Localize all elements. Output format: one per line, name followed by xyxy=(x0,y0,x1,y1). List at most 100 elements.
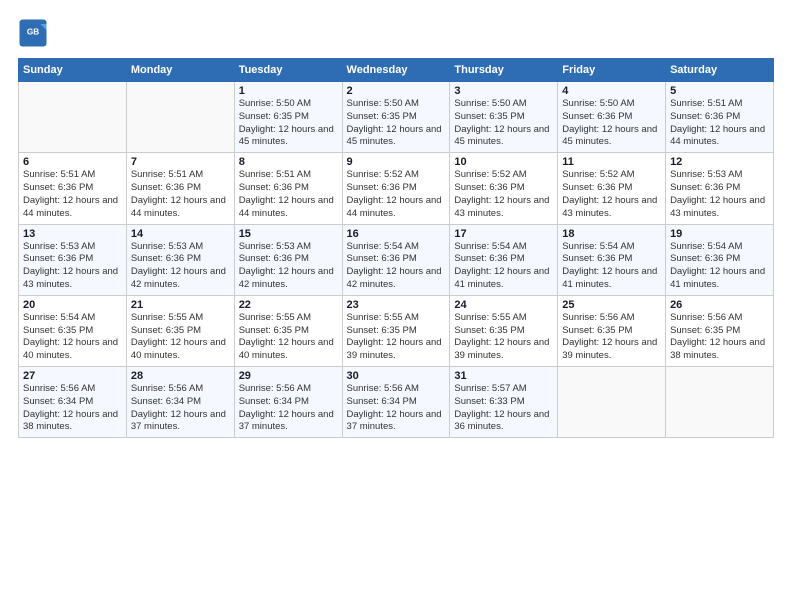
day-cell: 4Sunrise: 5:50 AM Sunset: 6:36 PM Daylig… xyxy=(558,82,666,153)
day-number: 3 xyxy=(454,85,553,97)
day-info: Sunrise: 5:50 AM Sunset: 6:35 PM Dayligh… xyxy=(454,98,553,149)
day-number: 29 xyxy=(239,370,338,382)
day-cell: 28Sunrise: 5:56 AM Sunset: 6:34 PM Dayli… xyxy=(126,367,234,438)
header-cell-wednesday: Wednesday xyxy=(342,59,450,82)
day-cell: 22Sunrise: 5:55 AM Sunset: 6:35 PM Dayli… xyxy=(234,295,342,366)
svg-text:GB: GB xyxy=(27,28,39,37)
day-cell: 3Sunrise: 5:50 AM Sunset: 6:35 PM Daylig… xyxy=(450,82,558,153)
day-number: 22 xyxy=(239,299,338,311)
day-number: 8 xyxy=(239,156,338,168)
day-info: Sunrise: 5:55 AM Sunset: 6:35 PM Dayligh… xyxy=(347,312,446,363)
day-number: 11 xyxy=(562,156,661,168)
header-cell-tuesday: Tuesday xyxy=(234,59,342,82)
day-info: Sunrise: 5:56 AM Sunset: 6:34 PM Dayligh… xyxy=(239,383,338,434)
week-row-4: 20Sunrise: 5:54 AM Sunset: 6:35 PM Dayli… xyxy=(19,295,774,366)
day-info: Sunrise: 5:50 AM Sunset: 6:36 PM Dayligh… xyxy=(562,98,661,149)
day-cell: 9Sunrise: 5:52 AM Sunset: 6:36 PM Daylig… xyxy=(342,153,450,224)
day-cell: 26Sunrise: 5:56 AM Sunset: 6:35 PM Dayli… xyxy=(666,295,774,366)
day-cell: 31Sunrise: 5:57 AM Sunset: 6:33 PM Dayli… xyxy=(450,367,558,438)
day-cell: 24Sunrise: 5:55 AM Sunset: 6:35 PM Dayli… xyxy=(450,295,558,366)
day-number: 7 xyxy=(131,156,230,168)
day-info: Sunrise: 5:56 AM Sunset: 6:35 PM Dayligh… xyxy=(670,312,769,363)
day-cell: 30Sunrise: 5:56 AM Sunset: 6:34 PM Dayli… xyxy=(342,367,450,438)
day-info: Sunrise: 5:51 AM Sunset: 6:36 PM Dayligh… xyxy=(670,98,769,149)
logo-icon: GB xyxy=(18,18,48,48)
day-number: 16 xyxy=(347,228,446,240)
day-cell: 18Sunrise: 5:54 AM Sunset: 6:36 PM Dayli… xyxy=(558,224,666,295)
day-number: 14 xyxy=(131,228,230,240)
day-cell xyxy=(19,82,127,153)
day-info: Sunrise: 5:54 AM Sunset: 6:36 PM Dayligh… xyxy=(454,241,553,292)
day-number: 27 xyxy=(23,370,122,382)
day-info: Sunrise: 5:51 AM Sunset: 6:36 PM Dayligh… xyxy=(131,169,230,220)
day-cell: 23Sunrise: 5:55 AM Sunset: 6:35 PM Dayli… xyxy=(342,295,450,366)
header-cell-thursday: Thursday xyxy=(450,59,558,82)
day-info: Sunrise: 5:55 AM Sunset: 6:35 PM Dayligh… xyxy=(131,312,230,363)
day-number: 28 xyxy=(131,370,230,382)
week-row-2: 6 Sunrise: 5:51 AM Sunset: 6:36 PM Daylig… xyxy=(19,153,774,224)
logo: GB xyxy=(18,18,52,48)
day-info: Sunrise: 5:54 AM Sunset: 6:36 PM Dayligh… xyxy=(670,241,769,292)
day-number: 26 xyxy=(670,299,769,311)
day-number: 20 xyxy=(23,299,122,311)
day-cell: 7Sunrise: 5:51 AM Sunset: 6:36 PM Daylig… xyxy=(126,153,234,224)
day-info: Sunrise: 5:56 AM Sunset: 6:35 PM Dayligh… xyxy=(562,312,661,363)
day-cell xyxy=(666,367,774,438)
day-number: 2 xyxy=(347,85,446,97)
day-number: 9 xyxy=(347,156,446,168)
day-info: Sunrise: 5:56 AM Sunset: 6:34 PM Dayligh… xyxy=(23,383,122,434)
day-info: Sunrise: 5:55 AM Sunset: 6:35 PM Dayligh… xyxy=(454,312,553,363)
day-cell: 12Sunrise: 5:53 AM Sunset: 6:36 PM Dayli… xyxy=(666,153,774,224)
day-number: 24 xyxy=(454,299,553,311)
day-info: Sunrise: 5:53 AM Sunset: 6:36 PM Dayligh… xyxy=(239,241,338,292)
day-info: Sunrise: 5:51 AM Sunset: 6:36 PM Dayligh… xyxy=(239,169,338,220)
day-number: 6 xyxy=(23,156,122,168)
week-row-1: 1 Sunrise: 5:50 AM Sunset: 6:35 PM Daylig… xyxy=(19,82,774,153)
day-number: 15 xyxy=(239,228,338,240)
day-info: Sunrise: 5:52 AM Sunset: 6:36 PM Dayligh… xyxy=(454,169,553,220)
day-info: Sunrise: 5:56 AM Sunset: 6:34 PM Dayligh… xyxy=(131,383,230,434)
day-number: 30 xyxy=(347,370,446,382)
day-cell: 21Sunrise: 5:55 AM Sunset: 6:35 PM Dayli… xyxy=(126,295,234,366)
day-cell: 17Sunrise: 5:54 AM Sunset: 6:36 PM Dayli… xyxy=(450,224,558,295)
day-info: Sunrise: 5:55 AM Sunset: 6:35 PM Dayligh… xyxy=(239,312,338,363)
calendar-table: SundayMondayTuesdayWednesdayThursdayFrid… xyxy=(18,58,774,438)
day-info: Sunrise: 5:57 AM Sunset: 6:33 PM Dayligh… xyxy=(454,383,553,434)
day-cell: 1Sunrise: 5:50 AM Sunset: 6:35 PM Daylig… xyxy=(234,82,342,153)
day-cell: 14Sunrise: 5:53 AM Sunset: 6:36 PM Dayli… xyxy=(126,224,234,295)
day-cell: 2Sunrise: 5:50 AM Sunset: 6:35 PM Daylig… xyxy=(342,82,450,153)
day-cell: 20Sunrise: 5:54 AM Sunset: 6:35 PM Dayli… xyxy=(19,295,127,366)
header-cell-sunday: Sunday xyxy=(19,59,127,82)
day-number: 31 xyxy=(454,370,553,382)
week-row-3: 13 Sunrise: 5:53 AM Sunset: 6:36 PM Dayli… xyxy=(19,224,774,295)
day-number: 25 xyxy=(562,299,661,311)
day-info: Sunrise: 5:50 AM Sunset: 6:35 PM Dayligh… xyxy=(347,98,446,149)
page: GB SundayMondayTuesdayWednesdayThursdayF… xyxy=(0,0,792,612)
day-info: Sunrise: 5:53 AM Sunset: 6:36 PM Dayligh… xyxy=(670,169,769,220)
day-number: 23 xyxy=(347,299,446,311)
day-number: 10 xyxy=(454,156,553,168)
day-info: Sunrise: 5:54 AM Sunset: 6:35 PM Dayligh… xyxy=(23,312,122,363)
day-number: 4 xyxy=(562,85,661,97)
calendar-header: SundayMondayTuesdayWednesdayThursdayFrid… xyxy=(19,59,774,82)
day-cell: 11Sunrise: 5:52 AM Sunset: 6:36 PM Dayli… xyxy=(558,153,666,224)
day-cell: 19Sunrise: 5:54 AM Sunset: 6:36 PM Dayli… xyxy=(666,224,774,295)
day-number: 5 xyxy=(670,85,769,97)
day-cell: 6Sunrise: 5:51 AM Sunset: 6:36 PM Daylig… xyxy=(19,153,127,224)
header-cell-saturday: Saturday xyxy=(666,59,774,82)
day-number: 1 xyxy=(239,85,338,97)
day-cell: 5Sunrise: 5:51 AM Sunset: 6:36 PM Daylig… xyxy=(666,82,774,153)
calendar-body: 1 Sunrise: 5:50 AM Sunset: 6:35 PM Daylig… xyxy=(19,82,774,438)
header-cell-monday: Monday xyxy=(126,59,234,82)
day-number: 19 xyxy=(670,228,769,240)
day-cell: 16Sunrise: 5:54 AM Sunset: 6:36 PM Dayli… xyxy=(342,224,450,295)
day-number: 12 xyxy=(670,156,769,168)
day-info: Sunrise: 5:52 AM Sunset: 6:36 PM Dayligh… xyxy=(562,169,661,220)
day-cell xyxy=(558,367,666,438)
week-row-5: 27Sunrise: 5:56 AM Sunset: 6:34 PM Dayli… xyxy=(19,367,774,438)
day-cell: 8Sunrise: 5:51 AM Sunset: 6:36 PM Daylig… xyxy=(234,153,342,224)
day-cell: 10Sunrise: 5:52 AM Sunset: 6:36 PM Dayli… xyxy=(450,153,558,224)
day-number: 21 xyxy=(131,299,230,311)
header-cell-friday: Friday xyxy=(558,59,666,82)
day-number: 13 xyxy=(23,228,122,240)
